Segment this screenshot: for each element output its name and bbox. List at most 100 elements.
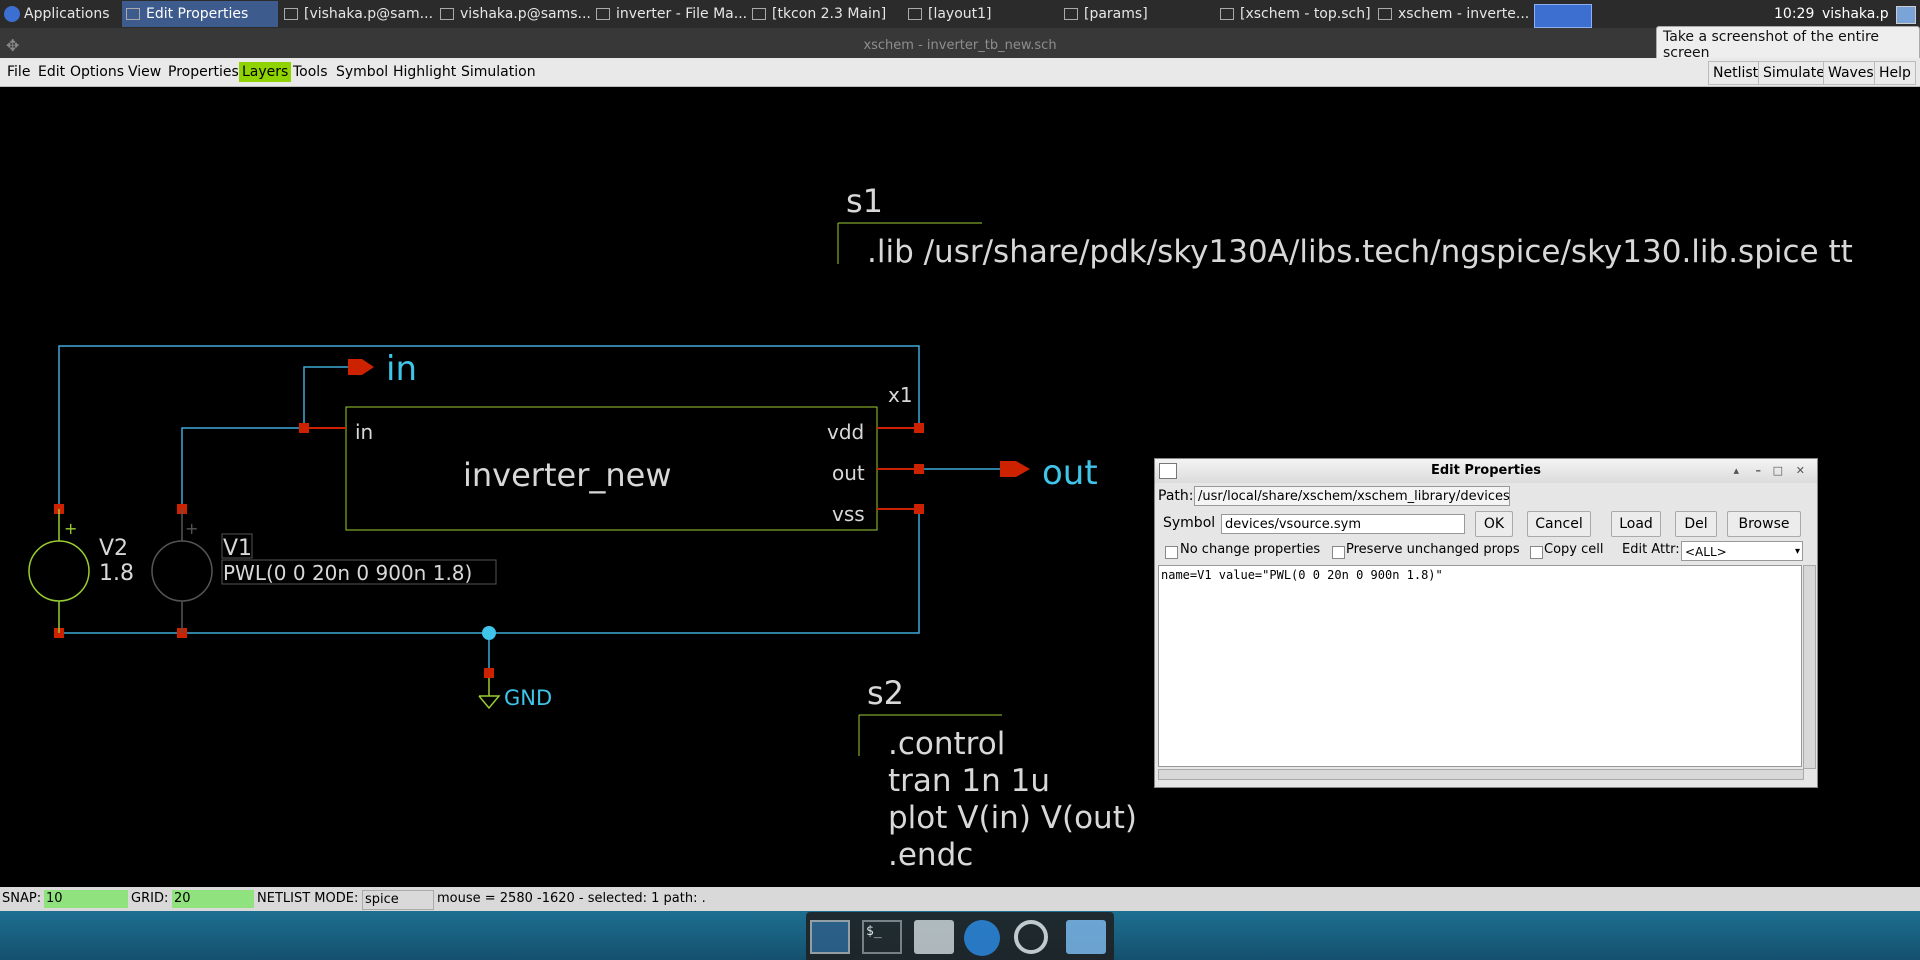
out-label-arrow-icon bbox=[1000, 461, 1030, 477]
window-title: xschem - inverter_tb_new.sch bbox=[863, 38, 1057, 53]
help-button[interactable]: Help bbox=[1874, 61, 1916, 85]
browse-button[interactable]: Browse bbox=[1727, 511, 1801, 537]
menu-tools[interactable]: Tools bbox=[290, 62, 331, 82]
s2-name: s2 bbox=[867, 674, 904, 712]
copy-cell-checkbox[interactable] bbox=[1530, 546, 1543, 559]
simulate-button[interactable]: Simulate bbox=[1758, 61, 1830, 85]
web-browser-icon[interactable] bbox=[964, 920, 1000, 956]
task-label: [layout1] bbox=[928, 6, 992, 22]
dialog-menu-icon[interactable] bbox=[1159, 463, 1177, 479]
workspace-switcher[interactable] bbox=[1534, 4, 1592, 28]
menu-file[interactable]: File bbox=[4, 62, 33, 82]
edit-attr-label: Edit Attr: bbox=[1622, 542, 1680, 557]
no-change-label: No change properties bbox=[1180, 542, 1321, 557]
roll-up-icon[interactable]: ▴ bbox=[1733, 459, 1739, 483]
voltage-source-v1[interactable]: + bbox=[151, 509, 213, 633]
terminal-icon bbox=[284, 8, 298, 20]
del-button[interactable]: Del bbox=[1675, 511, 1717, 537]
menu-symbol[interactable]: Symbol bbox=[333, 62, 391, 82]
task-label: [tkcon 2.3 Main] bbox=[772, 6, 887, 22]
files-icon[interactable] bbox=[1066, 920, 1106, 954]
path-field[interactable]: /usr/local/share/xschem/xschem_library/d… bbox=[1194, 486, 1510, 506]
ground-symbol[interactable] bbox=[478, 678, 501, 710]
task-edit-properties[interactable]: Edit Properties bbox=[122, 1, 278, 27]
dialog-titlebar[interactable]: Edit Properties ▴ – □ ✕ bbox=[1155, 459, 1817, 483]
edit-attr-select[interactable]: <ALL> ▾ bbox=[1681, 541, 1803, 561]
symbol-input[interactable]: devices/vsource.sym bbox=[1221, 514, 1465, 534]
s2-line[interactable]: .endc bbox=[888, 837, 973, 873]
grid-label: GRID: bbox=[131, 891, 169, 906]
edit-attr-value: <ALL> bbox=[1685, 545, 1727, 559]
voltage-source-v2[interactable]: + bbox=[28, 509, 90, 633]
ok-button[interactable]: OK bbox=[1475, 511, 1513, 537]
task-tkcon[interactable]: [tkcon 2.3 Main] bbox=[748, 1, 902, 27]
menu-properties[interactable]: Properties bbox=[165, 62, 242, 82]
show-desktop-icon[interactable] bbox=[810, 920, 850, 954]
clock[interactable]: 10:29 bbox=[1774, 6, 1814, 22]
task-label: vishaka.p@sams... bbox=[460, 6, 591, 22]
task-label: [vishaka.p@sam... bbox=[304, 6, 434, 22]
close-icon[interactable]: ✕ bbox=[1796, 459, 1805, 483]
copy-cell-label: Copy cell bbox=[1544, 542, 1604, 557]
pin-label-out: out bbox=[832, 461, 865, 485]
maximize-icon[interactable]: □ bbox=[1773, 459, 1783, 483]
applications-icon bbox=[4, 6, 20, 22]
terminal-icon[interactable]: $_ bbox=[862, 920, 902, 954]
svg-text:+: + bbox=[185, 519, 198, 538]
task-label: [params] bbox=[1084, 6, 1148, 22]
task-terminal-1[interactable]: [vishaka.p@sam... bbox=[280, 1, 434, 27]
net-label-in[interactable]: in bbox=[386, 349, 417, 389]
netlist-mode-value[interactable]: spice bbox=[362, 890, 434, 910]
v2-name: V2 bbox=[99, 536, 128, 561]
menu-highlight[interactable]: Highlight bbox=[390, 62, 459, 82]
applications-menu[interactable]: Applications bbox=[0, 1, 122, 27]
task-file-manager[interactable]: inverter - File Ma... bbox=[592, 1, 746, 27]
dialog-title: Edit Properties bbox=[1430, 463, 1541, 478]
menu-layers[interactable]: Layers bbox=[239, 62, 292, 82]
status-bar: SNAP: 10 GRID: 20 NETLIST MODE: spice mo… bbox=[0, 887, 1920, 911]
properties-textarea[interactable]: name=V1 value="PWL(0 0 20n 0 900n 1.8)" bbox=[1158, 565, 1802, 767]
user-menu[interactable]: vishaka.p bbox=[1822, 6, 1889, 22]
s1-code[interactable]: .lib /usr/share/pdk/sky130A/libs.tech/ng… bbox=[867, 234, 1853, 270]
netlist-button[interactable]: Netlist bbox=[1708, 61, 1764, 85]
s2-line[interactable]: plot V(in) V(out) bbox=[888, 800, 1137, 836]
s2-line[interactable]: .control bbox=[888, 726, 1005, 762]
task-label: [xschem - top.sch] bbox=[1240, 6, 1371, 22]
horizontal-scrollbar[interactable] bbox=[1158, 769, 1804, 780]
home-folder-icon[interactable] bbox=[914, 920, 954, 954]
task-layout1[interactable]: [layout1] bbox=[904, 1, 1058, 27]
menu-simulation[interactable]: Simulation bbox=[458, 62, 539, 82]
menu-edit[interactable]: Edit bbox=[35, 62, 68, 82]
window-icon bbox=[1378, 8, 1392, 20]
task-terminal-2[interactable]: vishaka.p@sams... bbox=[436, 1, 592, 27]
gnd-label: GND bbox=[504, 686, 552, 710]
snap-input[interactable]: 10 bbox=[44, 890, 128, 908]
applications-label: Applications bbox=[24, 6, 110, 22]
task-params[interactable]: [params] bbox=[1060, 1, 1214, 27]
preserve-label: Preserve unchanged props bbox=[1346, 542, 1520, 557]
svg-text:+: + bbox=[64, 519, 77, 538]
waves-button[interactable]: Waves bbox=[1823, 61, 1879, 85]
cancel-button[interactable]: Cancel bbox=[1527, 511, 1591, 537]
task-xschem-inverter[interactable]: xschem - inverte... bbox=[1374, 1, 1530, 27]
window-icon bbox=[1220, 8, 1234, 20]
v2-value: 1.8 bbox=[99, 561, 134, 586]
task-xschem-top[interactable]: [xschem - top.sch] bbox=[1216, 1, 1376, 27]
menu-options[interactable]: Options bbox=[67, 62, 127, 82]
screenshot-icon[interactable] bbox=[1896, 6, 1916, 24]
grid-input[interactable]: 20 bbox=[172, 890, 254, 908]
window-icon bbox=[908, 8, 922, 20]
menu-view[interactable]: View bbox=[125, 62, 164, 82]
symbol-label: Symbol bbox=[1163, 515, 1216, 531]
net-label-out[interactable]: out bbox=[1042, 453, 1098, 493]
vertical-scrollbar[interactable] bbox=[1803, 565, 1816, 769]
load-button[interactable]: Load bbox=[1611, 511, 1661, 537]
pin-label-vdd: vdd bbox=[827, 420, 864, 444]
path-label: Path: bbox=[1158, 488, 1194, 504]
no-change-checkbox[interactable] bbox=[1165, 546, 1178, 559]
s2-line[interactable]: tran 1n 1u bbox=[888, 763, 1050, 799]
minimize-icon[interactable]: – bbox=[1756, 459, 1762, 483]
preserve-checkbox[interactable] bbox=[1332, 546, 1345, 559]
search-icon[interactable] bbox=[1014, 920, 1048, 954]
wire-in-label bbox=[303, 366, 350, 428]
